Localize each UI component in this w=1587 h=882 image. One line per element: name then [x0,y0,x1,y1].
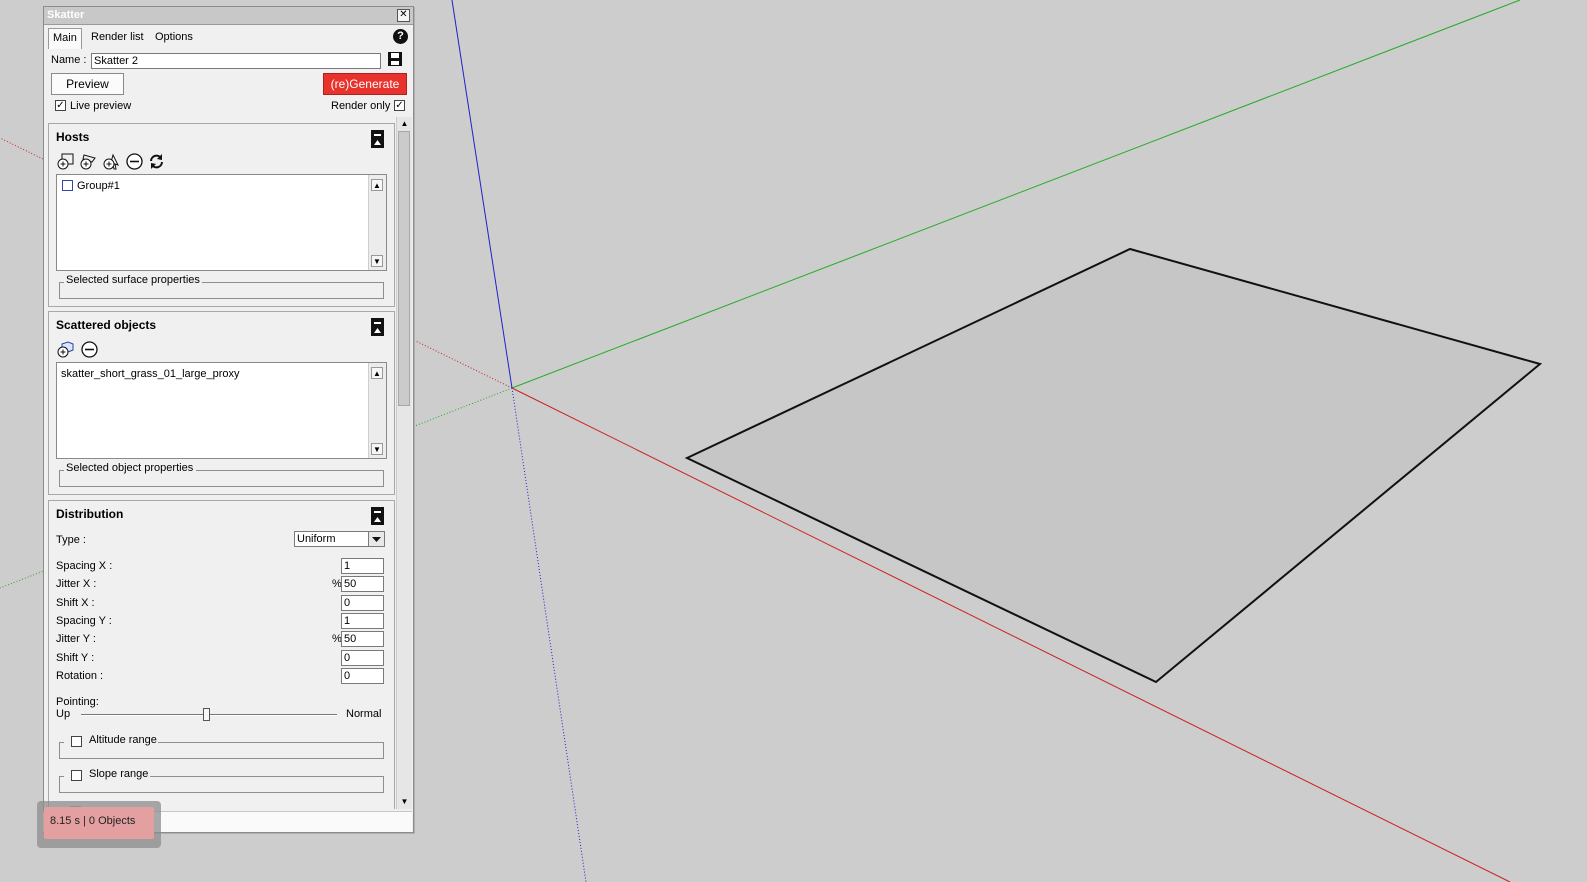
panel-titlebar[interactable]: Skatter ✕ [44,7,413,25]
hosts-title: Hosts [56,130,90,144]
name-input[interactable]: Skatter 2 [91,53,381,69]
objects-list-scrollbar[interactable]: ▲ ▼ [368,363,386,458]
type-select[interactable]: Uniform [294,531,385,547]
collapse-icon[interactable] [371,318,384,336]
remove-host-icon[interactable] [126,153,143,170]
add-host-cursor-icon[interactable] [103,153,120,170]
status-text: 8.15 s | 0 Objects [44,807,154,839]
field-label: Shift Y : [56,652,95,664]
altitude-range-label: Altitude range [87,734,159,746]
field-label: Jitter Y : [56,633,96,645]
generate-button[interactable]: (re)Generate [323,73,407,95]
status-toast: 8.15 s | 0 Objects [37,801,161,848]
scattered-objects-section: Scattered objects skatter_short_grass_01… [48,311,395,495]
tab-main[interactable]: Main [48,28,82,49]
slope-range-label: Slope range [87,768,151,780]
add-object-icon[interactable] [57,341,74,358]
selected-surface-properties-group[interactable]: Selected surface properties [59,274,384,299]
skatter-panel: Skatter ✕ Main Render list Options ? Nam… [43,6,414,833]
save-icon[interactable] [387,51,403,67]
scroll-up-icon[interactable]: ▲ [371,179,383,191]
group-border [158,742,383,743]
selected-object-properties-group[interactable]: Selected object properties [59,462,384,487]
live-preview-label: Live preview [70,100,132,112]
field-input[interactable]: 1 [341,613,384,629]
field-input[interactable]: 1 [341,558,384,574]
selected-surface-properties-label: Selected surface properties [64,274,202,286]
scroll-up-icon[interactable]: ▲ [399,118,410,129]
pointing-slider-thumb[interactable] [203,708,210,721]
altitude-range-group[interactable]: Altitude range [59,734,384,759]
slope-range-checkbox[interactable] [71,770,82,781]
field-input[interactable]: 50 [341,631,384,647]
scroll-up-icon[interactable]: ▲ [371,367,383,379]
distribution-title: Distribution [56,507,124,521]
add-host-icon[interactable] [57,153,74,170]
distribution-section: Distribution Type : Uniform Spacing X : 1… [48,500,395,809]
live-preview-checkbox[interactable]: ✓ [55,100,66,111]
collapse-icon[interactable] [371,507,384,525]
scroll-down-icon[interactable]: ▼ [399,796,410,807]
type-label: Type : [56,534,86,546]
scattered-objects-list[interactable]: skatter_short_grass_01_large_proxy ▲ ▼ [56,362,387,459]
group-border [202,282,383,283]
collapse-icon[interactable] [371,130,384,148]
name-label: Name : [51,54,87,66]
field-label: Spacing Y : [56,615,112,627]
scroll-down-icon[interactable]: ▼ [371,255,383,267]
host-item-checkbox[interactable] [62,180,73,191]
field-label: Rotation : [56,670,104,682]
group-border [60,776,64,777]
group-border [60,742,64,743]
scattered-object-item[interactable]: skatter_short_grass_01_large_proxy [61,368,240,380]
field-input[interactable]: 0 [341,668,384,684]
selected-object-properties-label: Selected object properties [64,462,196,474]
group-border [150,776,383,777]
field-label: Shift X : [56,597,95,609]
pointing-label: Pointing: [56,696,99,708]
hosts-list[interactable]: Group#1 ▲ ▼ [56,174,387,271]
group-border [196,470,383,471]
settings-scroll-area: Hosts Group#1 ▲ ▼ Selected surface prope… [48,117,396,809]
scattered-objects-title: Scattered objects [56,318,157,332]
chevron-down-icon[interactable] [368,532,384,546]
panel-scrollbar[interactable]: ▲ ▼ [396,117,412,809]
panel-title: Skatter [47,9,85,21]
pointing-up-label: Up [56,708,71,720]
scroll-down-icon[interactable]: ▼ [371,443,383,455]
field-input[interactable]: 0 [341,650,384,666]
type-value: Uniform [297,533,336,545]
host-item[interactable]: Group#1 [77,180,120,192]
remove-object-icon[interactable] [81,341,98,358]
refresh-icon[interactable] [148,153,165,170]
field-input[interactable]: 0 [341,595,384,611]
hosts-list-scrollbar[interactable]: ▲ ▼ [368,175,386,270]
render-only-checkbox[interactable]: ✓ [394,100,405,111]
preview-button[interactable]: Preview [51,73,124,95]
scrollbar-thumb[interactable] [398,131,410,406]
add-host-pick-icon[interactable] [80,153,97,170]
render-only-label: Render only [331,100,391,112]
slope-range-group[interactable]: Slope range [59,768,384,793]
tab-options[interactable]: Options [151,28,197,47]
hosts-section: Hosts Group#1 ▲ ▼ Selected surface prope… [48,123,395,307]
help-icon[interactable]: ? [393,29,408,44]
field-label: Jitter X : [56,578,97,590]
tab-render-list[interactable]: Render list [87,28,148,47]
close-icon[interactable]: ✕ [397,9,410,22]
field-input[interactable]: 50 [341,576,384,592]
field-label: Spacing X : [56,560,113,572]
altitude-range-checkbox[interactable] [71,736,82,747]
pointing-normal-label: Normal [346,708,382,720]
